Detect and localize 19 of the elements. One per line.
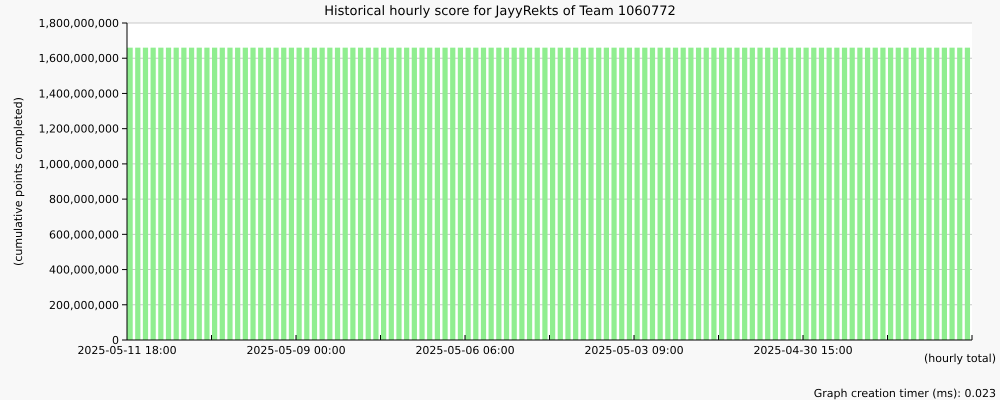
x-tick-label: 2025-05-09 00:00	[246, 344, 346, 357]
y-tick-label: 1,600,000,000	[38, 52, 119, 66]
y-tick-label: 1,000,000,000	[38, 158, 119, 171]
y-tick-label: 1,800,000,000	[38, 17, 119, 30]
y-axis-label: (cumulative points completed)	[12, 97, 25, 266]
timer-text: Graph creation timer (ms): 0.023	[814, 387, 996, 400]
x-tick-label: 2025-05-06 06:00	[415, 344, 515, 357]
y-tick-label: 800,000,000	[49, 193, 119, 206]
y-tick-label: 1,400,000,000	[38, 87, 119, 100]
y-tick-label: 400,000,000	[49, 264, 119, 277]
y-tick-label: 1,200,000,000	[38, 122, 119, 136]
x-tick-label: 2025-04-30 15:00	[753, 344, 853, 357]
chart-title: Historical hourly score for JayyRekts of Team 1060772	[324, 4, 676, 19]
y-tick-label: 600,000,000	[49, 228, 119, 242]
y-tick-label: 200,000,000	[49, 298, 119, 312]
x-tick-label: 2025-05-03 09:00	[584, 344, 684, 357]
x-axis-label: (hourly total)	[924, 352, 996, 365]
y-tick-label: 0	[112, 334, 119, 347]
x-tick-label: 2025-05-11 18:00	[77, 344, 177, 357]
